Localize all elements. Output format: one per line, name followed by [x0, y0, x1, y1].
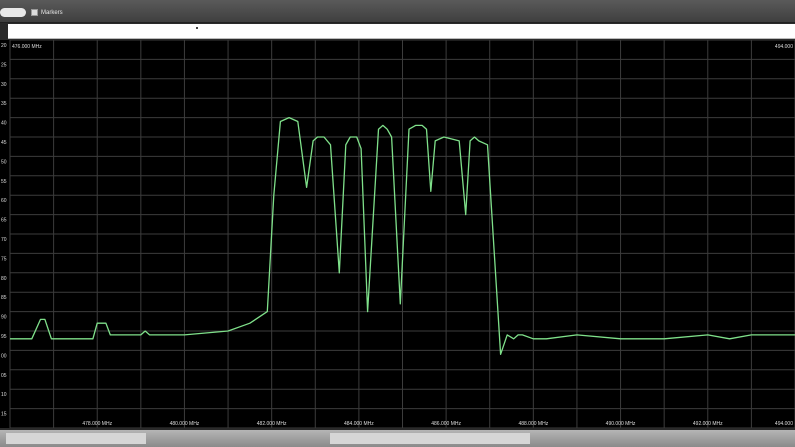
spectrum-plot[interactable]: 20 25 30 35 40 45 50 55 60 65 70 75 80 85 90 95 00 05 10 15… [0, 39, 795, 429]
x-tick-label: 482.000 MHz [257, 421, 287, 427]
start-frequency-label: 476.000 MHz [12, 44, 42, 50]
y-tick-label: 85 [1, 295, 7, 301]
info-bar [8, 24, 795, 39]
bottom-bar [0, 430, 795, 447]
spectrum-panel[interactable]: 20 25 30 35 40 45 50 55 60 65 70 75 80 85 90 95 00 05 10 15… [0, 39, 795, 429]
x-tick-label: 492.000 MHz [693, 421, 723, 427]
y-tick-label: 00 [1, 353, 7, 359]
panel-toggle[interactable] [0, 8, 26, 17]
x-tick-label: 484.000 MHz [344, 421, 374, 427]
y-tick-label: 10 [1, 392, 7, 398]
x-tick-label: 488.000 MHz [518, 421, 548, 427]
y-tick-label: 65 [1, 218, 7, 224]
markers-label: Markers [41, 9, 63, 16]
y-tick-label: 60 [1, 198, 7, 204]
y-tick-label: 25 [1, 62, 7, 68]
y-tick-label: 35 [1, 101, 7, 107]
y-tick-label: 30 [1, 82, 7, 88]
markers-checkbox[interactable] [31, 9, 38, 16]
y-tick-label: 75 [1, 256, 7, 262]
y-tick-label: 40 [1, 121, 7, 127]
y-tick-label: 45 [1, 140, 7, 146]
top-toolbar: Markers [0, 0, 795, 23]
bottom-scroll-mid[interactable] [330, 433, 530, 444]
y-tick-label: 70 [1, 237, 7, 243]
y-tick-label: 05 [1, 373, 7, 379]
y-tick-label: 20 [1, 43, 7, 49]
y-tick-label: 50 [1, 159, 7, 165]
stop-frequency-label: 494.000 [775, 44, 793, 50]
bottom-scroll-left[interactable] [6, 433, 146, 444]
y-tick-label: 55 [1, 179, 7, 185]
x-tick-label: 478.000 MHz [82, 421, 112, 427]
x-tick-label: 490.000 MHz [606, 421, 636, 427]
x-tick-label: 480.000 MHz [170, 421, 200, 427]
y-tick-label: 15 [1, 412, 7, 418]
y-tick-label: 80 [1, 276, 7, 282]
markers-control[interactable]: Markers [31, 7, 63, 18]
y-tick-label: 95 [1, 334, 7, 340]
y-tick-label: 90 [1, 315, 7, 321]
info-bar-marker [196, 27, 198, 29]
x-tick-label: 494.000 [775, 421, 793, 427]
x-tick-label: 486.000 MHz [431, 421, 461, 427]
